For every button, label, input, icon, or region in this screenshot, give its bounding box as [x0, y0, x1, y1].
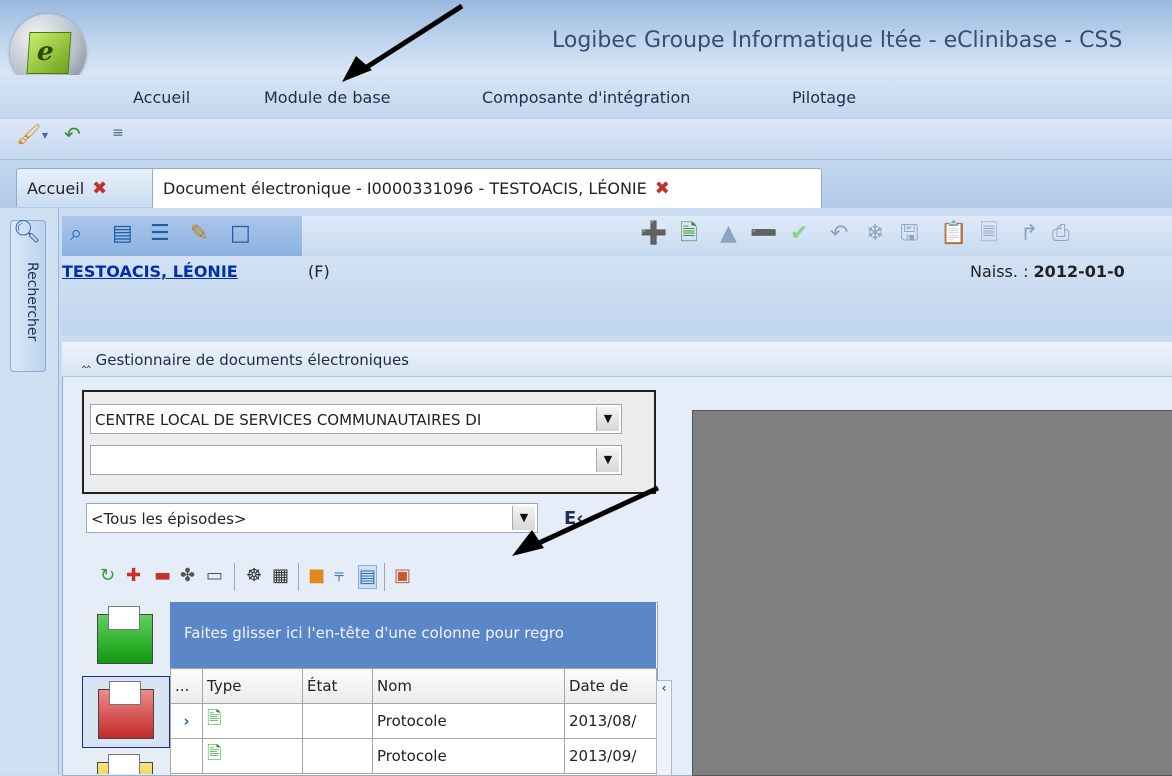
annotation-arrow [512, 485, 660, 556]
annotation-arrow [342, 3, 464, 82]
annotation-arrows [342, 3, 660, 556]
